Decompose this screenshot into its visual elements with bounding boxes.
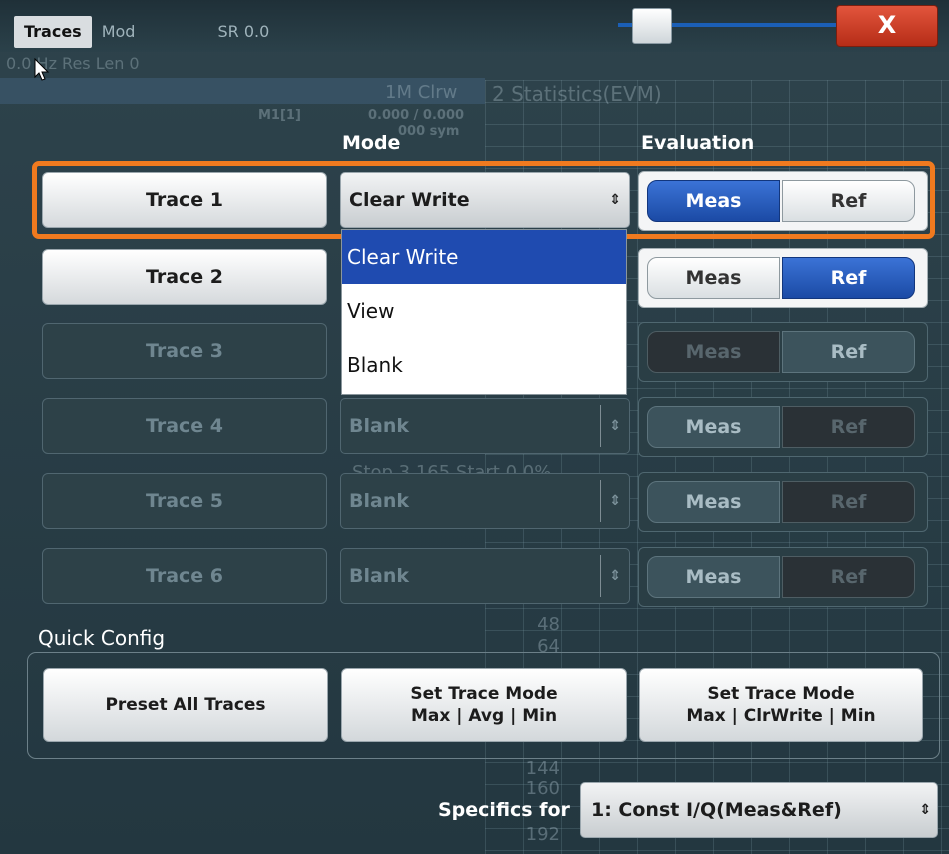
- background-axis-label: 160: [525, 778, 560, 799]
- updown-chevron-icon: ⇕: [919, 802, 931, 818]
- trace-2-button[interactable]: Trace 2: [42, 249, 327, 305]
- button-line-1: Set Trace Mode: [707, 684, 855, 704]
- trace-5-evaluation-toggle: Meas Ref: [638, 472, 928, 532]
- trace-3-meas-button[interactable]: Meas: [647, 331, 780, 373]
- preset-all-traces-label: Preset All Traces: [105, 695, 266, 715]
- trace-1-ref-button[interactable]: Ref: [782, 180, 915, 222]
- trace-3-button[interactable]: Trace 3: [42, 323, 327, 379]
- tab-sr[interactable]: SR 0.0: [207, 16, 279, 48]
- trace-4-button[interactable]: Trace 4: [42, 398, 327, 454]
- tab-strip: Traces Mod SR 0.0: [14, 16, 279, 48]
- trace-5-meas-button[interactable]: Meas: [647, 481, 780, 523]
- trace-5-ref-button[interactable]: Ref: [782, 481, 915, 523]
- set-trace-mode-max-clrwrite-min-button[interactable]: Set Trace Mode Max | ClrWrite | Min: [639, 668, 923, 742]
- button-line-1: Set Trace Mode: [410, 684, 558, 704]
- dropdown-option-view[interactable]: View: [342, 284, 626, 338]
- quick-config-label: Quick Config: [38, 626, 166, 650]
- trace-6-ref-button[interactable]: Ref: [782, 556, 915, 598]
- preset-all-traces-button[interactable]: Preset All Traces: [43, 668, 328, 742]
- trace-1-mode-select[interactable]: Clear Write ⇕: [340, 172, 630, 228]
- trace-1-meas-button[interactable]: Meas: [647, 180, 780, 222]
- set-trace-mode-max-avg-min-button[interactable]: Set Trace Mode Max | Avg | Min: [341, 668, 627, 742]
- trace-2-ref-button[interactable]: Ref: [782, 257, 915, 299]
- trace-4-evaluation-toggle: Meas Ref: [638, 397, 928, 457]
- tab-mod[interactable]: Mod: [92, 16, 146, 48]
- button-line-2: Max | ClrWrite | Min: [686, 706, 876, 726]
- specifics-select[interactable]: 1: Const I/Q(Meas&Ref) ⇕: [580, 782, 938, 838]
- trace-3-evaluation-toggle: Meas Ref: [638, 322, 928, 382]
- specifics-value: 1: Const I/Q(Meas&Ref): [591, 799, 842, 821]
- trace-5-mode-value: Blank: [349, 490, 409, 512]
- trace-5-button[interactable]: Trace 5: [42, 473, 327, 529]
- button-line-2: Max | Avg | Min: [410, 706, 558, 726]
- trace-4-mode-value: Blank: [349, 415, 409, 437]
- updown-chevron-icon: ⇕: [600, 555, 629, 597]
- tab-traces[interactable]: Traces: [14, 16, 92, 48]
- trace-6-mode-value: Blank: [349, 565, 409, 587]
- close-icon: X: [877, 11, 897, 39]
- trace-2-evaluation-toggle: Meas Ref: [638, 248, 928, 308]
- trace-5-mode-select[interactable]: Blank ⇕: [340, 473, 630, 529]
- dropdown-option-blank[interactable]: Blank: [342, 338, 626, 392]
- trace-6-evaluation-toggle: Meas Ref: [638, 547, 928, 607]
- background-axis-label: 48: [537, 614, 560, 635]
- trace-3-ref-button[interactable]: Ref: [782, 331, 915, 373]
- updown-chevron-icon: ⇕: [600, 480, 629, 522]
- background-panel-title: 2 Statistics(EVM): [492, 82, 662, 106]
- mode-column-header: Mode: [342, 132, 401, 154]
- trace-4-meas-button[interactable]: Meas: [647, 406, 780, 448]
- background-marker-id: M1[1]: [258, 108, 301, 123]
- trace-2-meas-button[interactable]: Meas: [647, 257, 780, 299]
- specifics-label: Specifics for: [438, 799, 570, 821]
- trace-6-meas-button[interactable]: Meas: [647, 556, 780, 598]
- trace-6-mode-select[interactable]: Blank ⇕: [340, 548, 630, 604]
- dropdown-option-clear-write[interactable]: Clear Write: [342, 230, 626, 284]
- updown-chevron-icon: ⇕: [600, 405, 629, 447]
- trace-6-button[interactable]: Trace 6: [42, 548, 327, 604]
- mode-dropdown-list: Clear Write View Blank: [341, 229, 627, 395]
- evaluation-column-header: Evaluation: [641, 132, 755, 154]
- background-marker-label: 1M Clrw: [385, 82, 458, 103]
- background-axis-label: 144: [525, 758, 560, 779]
- updown-chevron-icon: ⇕: [609, 192, 621, 208]
- trace-4-mode-select[interactable]: Blank ⇕: [340, 398, 630, 454]
- trace-1-button[interactable]: Trace 1: [42, 172, 327, 228]
- background-info-line: 0.0 Hz Res Len 0: [6, 54, 140, 73]
- dialog-title-bar: Traces Mod SR 0.0 X: [0, 0, 949, 52]
- background-marker-value: 0.000 / 0.000: [368, 108, 465, 123]
- trace-4-ref-button[interactable]: Ref: [782, 406, 915, 448]
- background-axis-label: 192: [525, 824, 560, 845]
- trace-1-evaluation-toggle: Meas Ref: [638, 171, 928, 231]
- close-button[interactable]: X: [836, 5, 938, 47]
- trace-1-mode-value: Clear Write: [349, 189, 470, 211]
- slider-handle[interactable]: [632, 8, 672, 44]
- background-marker-sym: 000 sym: [398, 124, 460, 139]
- mouse-pointer-icon: [34, 58, 50, 81]
